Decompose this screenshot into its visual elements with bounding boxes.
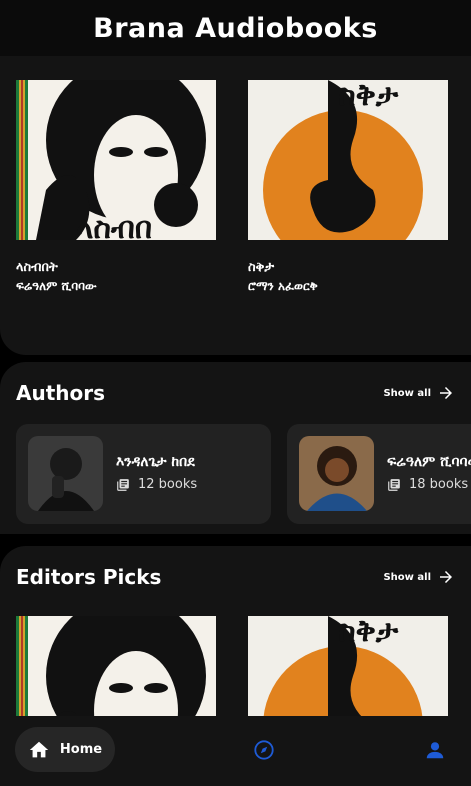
svg-text:ስቅታ: ስቅታ <box>338 80 399 113</box>
editors-header: Editors Picks Show all <box>16 560 455 594</box>
app-bar: Brana Audiobooks <box>0 0 471 56</box>
authors-header: Authors Show all <box>16 376 455 410</box>
section-title: Authors <box>16 381 106 405</box>
book-title: ስቅታ <box>248 260 275 275</box>
book-count-label: 18 books <box>409 477 469 492</box>
book-cover: ስቅታ <box>248 80 448 240</box>
editors-show-all-button[interactable]: Show all <box>383 568 455 586</box>
book-author: ፍሬዓለም ሺባባው <box>16 279 97 293</box>
profile-icon[interactable] <box>424 739 446 761</box>
library-books-icon <box>117 478 129 491</box>
app-title: Brana Audiobooks <box>93 12 378 44</box>
book-cover: ላስብበ <box>16 80 216 240</box>
author-book-count: 12 books <box>116 477 197 492</box>
arrow-right-icon <box>440 387 452 399</box>
top-books-section: ላስብበ ላስብበት ፍሬዓለም ሺባባው ስቅታ ስቅታ ሮማን አፈወርቅ <box>0 40 471 355</box>
explore-icon[interactable] <box>253 739 275 761</box>
author-book-count: 18 books <box>387 477 468 492</box>
author-card[interactable]: ፍሬዓለም ሺባባው 18 books <box>287 424 471 524</box>
book-author: ሮማን አፈወርቅ <box>248 279 318 293</box>
book-card[interactable]: ላስብበ ላስብበት ፍሬዓለም ሺባባው <box>16 80 216 294</box>
author-name: እንዳለጌታ ከበደ <box>116 454 195 470</box>
author-name: ፍሬዓለም ሺባባው <box>387 454 471 470</box>
book-card[interactable]: ስቅታ ስቅታ ሮማን አፈወርቅ <box>248 80 448 294</box>
nav-home-label: Home <box>59 742 103 757</box>
svg-text:ስቅታ: ስቅታ <box>338 616 399 649</box>
book-title: ላስብበት <box>16 260 58 275</box>
svg-text:ላስብበ: ላስብበ <box>76 211 152 240</box>
author-photo <box>299 436 374 511</box>
author-card[interactable]: እንዳለጌታ ከበደ 12 books <box>16 424 271 524</box>
nav-home-button[interactable]: Home <box>15 727 115 772</box>
book-count-label: 12 books <box>138 477 198 492</box>
section-title: Editors Picks <box>16 565 162 589</box>
home-icon <box>29 741 49 757</box>
authors-show-all-button[interactable]: Show all <box>383 384 455 402</box>
show-all-label: Show all <box>383 571 431 583</box>
authors-section: Authors Show all እንዳለጌታ ከበደ 12 books ፍሬዓ… <box>0 362 471 534</box>
author-photo <box>28 436 103 511</box>
bottom-navigation: Home <box>0 716 471 781</box>
show-all-label: Show all <box>383 387 431 399</box>
arrow-right-icon <box>440 571 452 583</box>
library-books-icon <box>388 478 400 491</box>
